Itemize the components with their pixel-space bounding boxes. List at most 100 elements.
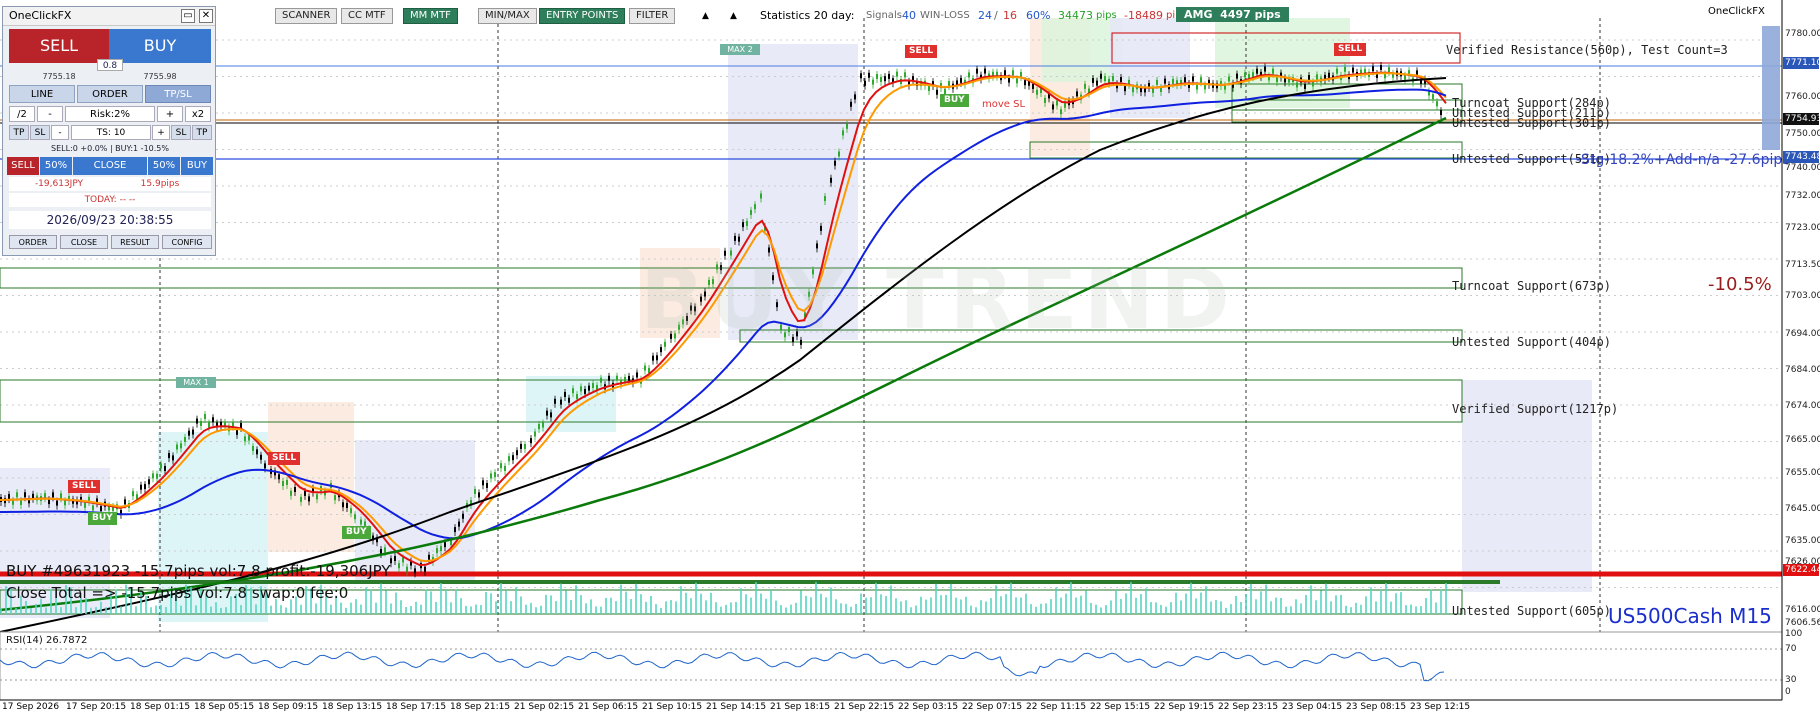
candle-body <box>346 502 348 508</box>
candle-body <box>592 383 594 389</box>
candle-body <box>516 450 518 456</box>
minimize-icon[interactable]: ▭ <box>181 9 195 23</box>
buy-signal-flag[interactable]: BUY <box>342 526 371 539</box>
volume-bar <box>885 596 887 614</box>
footer-result-button[interactable]: RESULT <box>111 235 159 249</box>
row-sell-button[interactable]: SELL <box>7 157 39 175</box>
sl-left-button[interactable]: SL <box>30 125 50 140</box>
buy-signal-flag[interactable]: BUY <box>940 94 969 107</box>
sell-signal-flag[interactable]: SELL <box>268 452 301 465</box>
footer-close-button[interactable]: CLOSE <box>60 235 108 249</box>
volume-bar <box>560 583 562 614</box>
scroll-up-icon[interactable]: ▲ <box>702 8 709 24</box>
trailing-stop-field[interactable]: TS: 10 <box>71 125 151 140</box>
candle-body <box>636 372 638 378</box>
candle-body <box>1132 87 1134 93</box>
toolbar-filter-button[interactable]: FILTER <box>629 8 676 24</box>
double-lot-button[interactable]: x2 <box>185 106 211 122</box>
row-buy-button[interactable]: BUY <box>181 157 213 175</box>
volume-bar <box>1350 607 1352 614</box>
volume-bar <box>460 598 462 614</box>
volume-bar <box>680 586 682 614</box>
candle-body <box>52 492 54 498</box>
price-tick: 7780.00 <box>1785 29 1820 39</box>
candle-body <box>1264 66 1266 72</box>
volume-bar <box>570 600 572 614</box>
candle-body <box>1344 66 1346 72</box>
footer-config-button[interactable]: CONFIG <box>162 235 212 249</box>
candle-body <box>282 480 284 486</box>
price-tick: 7616.00 <box>1785 605 1820 615</box>
tab-line[interactable]: LINE <box>9 85 75 103</box>
candle-body <box>1064 102 1066 108</box>
sell-signal-flag[interactable]: SELL <box>905 45 938 58</box>
ts-plus-button[interactable]: + <box>152 125 170 140</box>
footer-order-button[interactable]: ORDER <box>9 235 57 249</box>
buy-button[interactable]: BUY <box>109 29 211 63</box>
candle-body <box>850 101 852 107</box>
volume-bar <box>350 602 352 614</box>
close-sell-half-button[interactable]: 50% <box>40 157 72 175</box>
ts-minus-button[interactable]: - <box>51 125 69 140</box>
risk-plus-button[interactable]: + <box>157 106 183 122</box>
risk-field[interactable]: Risk:2% <box>65 106 155 122</box>
candle-body <box>394 555 396 561</box>
volume-bar <box>475 604 477 614</box>
candle-body <box>1124 86 1126 92</box>
volume-bar <box>1410 604 1412 614</box>
risk-minus-button[interactable]: - <box>37 106 63 122</box>
candle-body <box>1104 76 1106 82</box>
candle-body <box>1296 82 1298 88</box>
candle-body <box>864 80 866 86</box>
scrollbar-track <box>1762 26 1780 150</box>
scroll-down-icon[interactable]: ▲ <box>730 8 737 24</box>
volume-bar <box>1000 596 1002 614</box>
rsi-panel <box>0 631 1783 701</box>
time-tick: 22 Sep 11:15 <box>1026 702 1087 712</box>
half-lot-button[interactable]: /2 <box>9 106 35 122</box>
candle-body <box>440 546 442 552</box>
candle-body <box>334 495 336 501</box>
close-all-button[interactable]: CLOSE <box>73 157 147 175</box>
volume-bar <box>595 606 597 614</box>
candle-body <box>1076 91 1078 97</box>
zone-label-untested-404: Untested Support(404p) <box>1452 335 1611 349</box>
sell-signal-flag[interactable]: SELL <box>1334 43 1367 56</box>
tp-right-button[interactable]: TP <box>192 125 212 140</box>
buy-signal-flag[interactable]: BUY <box>88 512 117 525</box>
volume-bar <box>1310 585 1312 614</box>
candle-body <box>1204 84 1206 90</box>
toolbar-scanner-button[interactable]: SCANNER <box>275 8 338 24</box>
volume-bar <box>615 601 617 614</box>
close-buy-half-button[interactable]: 50% <box>148 157 180 175</box>
toolbar-min-max-button[interactable]: MIN/MAX <box>478 8 537 24</box>
candle-body <box>1012 70 1014 76</box>
sell-signal-flag[interactable]: SELL <box>68 480 101 493</box>
sl-right-button[interactable]: SL <box>171 125 191 140</box>
volume-bar <box>1190 582 1192 614</box>
volume-bar <box>1150 602 1152 614</box>
sell-button[interactable]: SELL <box>9 29 109 63</box>
toolbar-mm-mtf-button[interactable]: MM MTF <box>403 8 458 24</box>
candle-body <box>508 456 510 462</box>
candle-body <box>486 483 488 489</box>
tab-tpsl[interactable]: TP/SL <box>145 85 211 103</box>
time-tick: 22 Sep 07:15 <box>962 702 1023 712</box>
candle-body <box>1008 77 1010 83</box>
tp-left-button[interactable]: TP <box>9 125 29 140</box>
volume-bar <box>430 591 432 614</box>
volume-bar <box>1280 598 1282 614</box>
candle-body <box>24 492 26 498</box>
tab-order[interactable]: ORDER <box>77 85 143 103</box>
time-tick: 22 Sep 15:15 <box>1090 702 1151 712</box>
candle-body <box>428 554 430 560</box>
candle-body <box>1436 101 1438 107</box>
bid-price: 7755.18 <box>42 72 76 81</box>
toolbar-entry-points-button[interactable]: ENTRY POINTS <box>539 8 626 24</box>
volume-bar <box>875 582 877 614</box>
toolbar-cc-mtf-button[interactable]: CC MTF <box>341 8 393 24</box>
candle-body <box>474 488 476 494</box>
volume-bar <box>1225 607 1227 614</box>
close-icon[interactable]: ✕ <box>199 9 213 23</box>
volume-bar <box>905 600 907 614</box>
